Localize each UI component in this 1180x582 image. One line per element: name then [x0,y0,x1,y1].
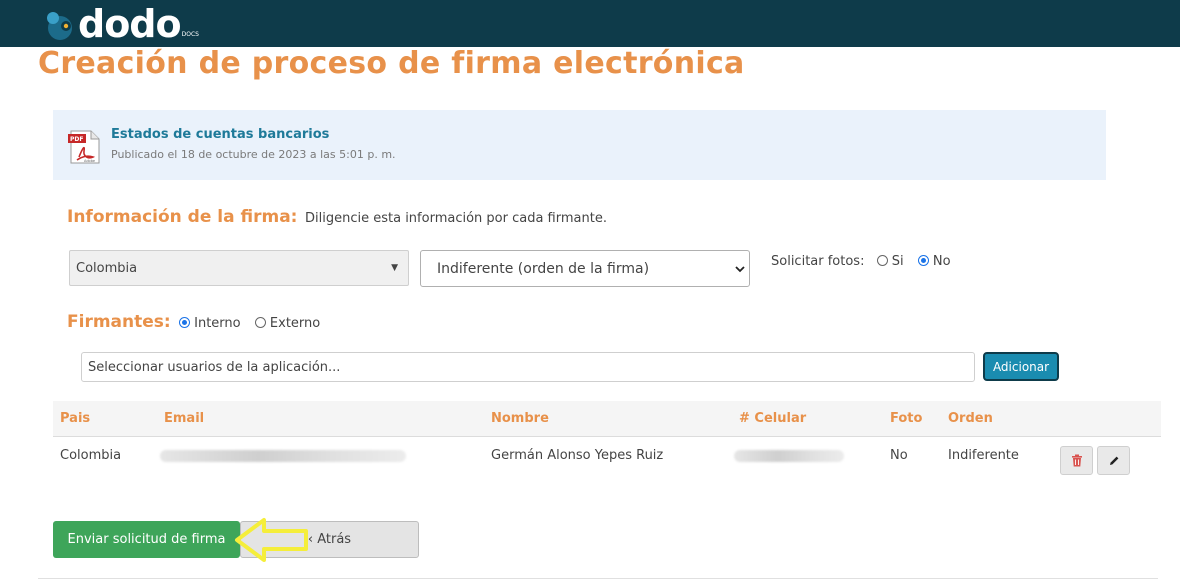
external-label: Externo [269,316,321,331]
photos-no-label: No [932,254,951,269]
top-navbar: dodo DOCS [0,0,1180,47]
signers-label: Firmantes: [67,312,171,332]
document-card: PDF Adobe Estados de cuentas bancarios P… [53,110,1106,180]
chevron-down-icon [735,265,745,272]
photos-no-radio[interactable] [917,255,929,266]
internal-radio[interactable] [179,317,190,328]
footer-divider [38,578,1158,579]
cell-email-redacted [160,450,406,462]
user-search-input[interactable]: Seleccionar usuarios de la aplicación... [81,352,975,382]
column-header-pais: Pais [60,411,91,426]
column-header-nombre: Nombre [491,411,549,426]
dodo-logo[interactable]: dodo DOCS [40,2,199,46]
column-header-orden: Orden [948,411,993,426]
logo-mark-icon [47,12,72,40]
country-select[interactable]: Colombia ▼ [69,250,409,286]
edit-signer-button[interactable] [1097,446,1130,475]
external-radio[interactable] [254,317,266,328]
request-photos-group: Solicitar fotos: Si No [771,254,951,269]
request-photos-label: Solicitar fotos: [771,254,865,269]
add-signer-button[interactable]: Adicionar [983,352,1059,381]
column-header-celular: # Celular [739,411,807,426]
send-signature-request-button[interactable]: Enviar solicitud de firma [53,521,240,558]
highlight-arrow-icon [235,518,308,562]
svg-text:Adobe: Adobe [84,159,95,163]
document-title[interactable]: Estados de cuentas bancarios [111,127,329,142]
page-title: Creación de proceso de firma electrónica [38,46,745,81]
dropdown-caret-icon: ▼ [391,263,398,273]
cell-celular-redacted [734,450,844,462]
document-published-date: Publicado el 18 de octubre de 2023 a las… [111,148,396,161]
internal-label: Interno [194,316,241,331]
user-search-placeholder: Seleccionar usuarios de la aplicación... [88,359,341,375]
column-header-foto: Foto [890,411,923,426]
pdf-file-icon: PDF Adobe [68,130,100,164]
cell-nombre: Germán Alonso Yepes Ruiz [491,448,664,463]
cell-pais: Colombia [60,448,122,463]
photos-yes-radio[interactable] [876,255,888,266]
pencil-icon [1109,456,1118,465]
column-header-email: Email [164,411,205,426]
svg-text:PDF: PDF [70,136,83,143]
signature-info-hint: Diligencie esta información por cada fir… [305,211,607,226]
signature-info-label: Información de la firma: [67,207,298,227]
trash-icon [1071,454,1082,467]
delete-signer-button[interactable] [1060,446,1093,475]
signers-table-header: Pais Email Nombre # Celular Foto Orden [53,401,1161,437]
logo-subtext: DOCS [181,31,199,38]
cell-orden: Indiferente [948,448,1019,463]
signer-type-group: Interno Externo [179,316,320,331]
signing-order-value: Indiferente (orden de la firma) [437,260,650,277]
cell-foto: No [890,448,908,463]
signing-order-select[interactable]: Indiferente (orden de la firma) [420,250,750,287]
logo-text: dodo [78,2,182,46]
country-select-value: Colombia [76,260,138,276]
photos-yes-label: Si [891,254,904,269]
